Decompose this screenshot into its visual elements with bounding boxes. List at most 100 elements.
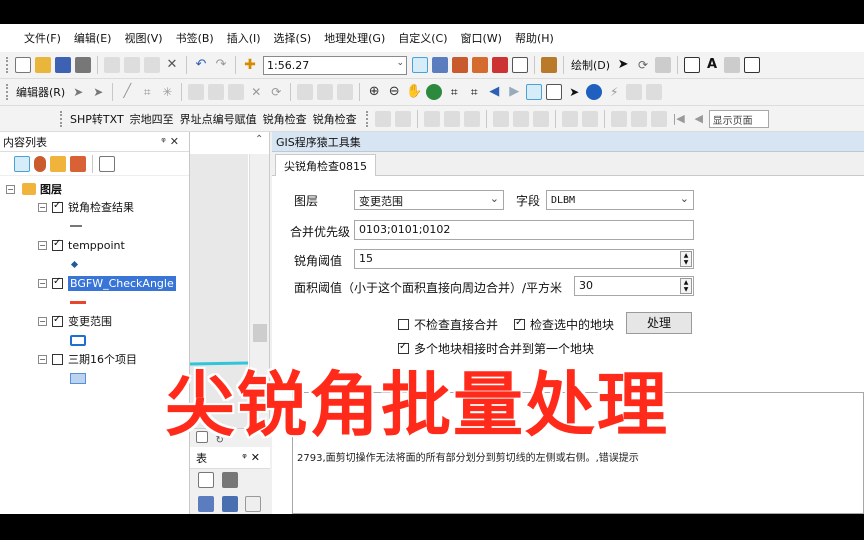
html-popup-icon[interactable] [626, 84, 643, 100]
collapse-icon[interactable]: − [38, 240, 47, 250]
layer-select[interactable]: 变更范围 ⌄ [354, 190, 504, 210]
toolbar-grip[interactable] [6, 84, 9, 100]
page-display-input[interactable]: 显示页面 [708, 109, 769, 128]
print-icon[interactable] [75, 57, 91, 73]
draw-menu[interactable]: 绘制(D) [571, 57, 610, 73]
cut-icon[interactable] [104, 57, 120, 73]
select-by-attributes-icon[interactable] [198, 496, 214, 512]
midpoint-icon[interactable]: ✳ [159, 84, 175, 100]
arctoolbox-icon[interactable] [492, 57, 508, 73]
layer-visibility-checkbox[interactable] [52, 314, 63, 327]
network-icon[interactable] [492, 110, 509, 127]
toolbar-grip[interactable] [60, 110, 63, 127]
editor-menu[interactable]: 编辑器(R) [16, 84, 65, 100]
zoom-whole-page-icon[interactable] [655, 57, 672, 73]
pin-icon[interactable]: ᵠ [161, 135, 170, 148]
select-features-icon[interactable] [526, 84, 543, 100]
rectangle-icon[interactable] [684, 57, 701, 73]
rotate-tool-icon[interactable]: ⟳ [268, 84, 284, 100]
zoom-in-icon[interactable]: ⊕ [366, 84, 382, 100]
menu-customize[interactable]: 自定义(C) [398, 30, 447, 46]
layer-row[interactable]: − 锐角检查结果 [0, 198, 189, 216]
collapse-icon[interactable]: − [6, 184, 15, 194]
create-features-icon[interactable] [337, 84, 354, 100]
model-builder-icon[interactable] [541, 57, 557, 73]
field-select[interactable]: DLBM ⌄ [546, 190, 694, 210]
parcel-boundaries-button[interactable]: 宗地四至 [130, 111, 174, 127]
select-elements-icon[interactable]: ➤ [615, 57, 631, 73]
topology-edit-icon[interactable] [443, 110, 460, 127]
layer-visibility-checkbox[interactable] [52, 200, 63, 213]
list-by-drawing-order-icon[interactable] [14, 155, 30, 172]
back-extent-icon[interactable]: ◀ [486, 84, 502, 100]
copy-icon[interactable] [124, 57, 140, 73]
map-scale-combo[interactable]: 1:56.27 ⌄ [263, 55, 407, 75]
catalog-icon[interactable] [452, 57, 468, 73]
measure-icon[interactable] [646, 84, 663, 100]
list-by-source-icon[interactable] [34, 155, 46, 172]
options-icon[interactable] [99, 155, 115, 172]
trace-icon[interactable] [561, 110, 578, 127]
layer-name[interactable]: 变更范围 [68, 313, 112, 329]
paste-icon[interactable] [144, 57, 160, 73]
layer-name-selected[interactable]: BGFW_CheckAngle [68, 275, 176, 291]
forward-extent-icon[interactable]: ▶ [506, 84, 522, 100]
process-button[interactable]: 处理 [626, 312, 692, 334]
menu-geoprocessing[interactable]: 地理处理(G) [324, 30, 385, 46]
cut-polygons-icon[interactable] [228, 84, 245, 100]
clear-selected-icon[interactable] [245, 496, 261, 512]
pin-icon[interactable]: ᵠ [242, 451, 251, 464]
boundary-point-numbering-button[interactable]: 界址点编号赋值 [180, 111, 257, 127]
layers-group-row[interactable]: − 图层 [0, 180, 189, 198]
menu-selection[interactable]: 选择(S) [274, 30, 312, 46]
menu-windows[interactable]: 窗口(W) [461, 30, 502, 46]
first-page-icon[interactable]: |◀ [671, 111, 687, 127]
switch-selection-icon[interactable] [221, 496, 238, 512]
layer-row[interactable]: − temppoint [0, 236, 189, 254]
edit-tool-icon[interactable]: ➤ [70, 84, 86, 100]
area-threshold-stepper[interactable]: 30 ▲ ▼ [574, 276, 694, 296]
new-document-icon[interactable] [15, 57, 31, 73]
save-icon[interactable] [55, 57, 71, 73]
layer-visibility-checkbox[interactable] [52, 353, 63, 365]
add-data-icon[interactable]: ✚ [242, 57, 258, 73]
layer-name[interactable]: 锐角检查结果 [68, 199, 134, 215]
layer-row[interactable]: − 三期16个项目 [0, 350, 189, 368]
collapse-icon[interactable]: − [38, 354, 47, 364]
stepper-arrows-icon[interactable]: ▲ ▼ [680, 251, 692, 267]
list-by-selection-icon[interactable] [70, 155, 86, 172]
rotate-icon[interactable]: ⟳ [635, 57, 651, 73]
identify-icon[interactable] [586, 84, 603, 100]
clear-selection-icon[interactable] [546, 84, 563, 100]
checkbox-box[interactable] [514, 317, 525, 330]
layout-icon[interactable] [394, 110, 411, 127]
menu-file[interactable]: 文件(F) [24, 30, 61, 46]
text-icon[interactable]: A [704, 57, 720, 73]
layer-name[interactable]: temppoint [68, 239, 125, 252]
topology-validate-icon[interactable] [463, 110, 480, 127]
open-folder-icon[interactable] [35, 57, 51, 73]
table-of-contents-icon[interactable] [432, 57, 448, 73]
toolbar-grip[interactable] [365, 110, 369, 127]
checkbox-box[interactable] [398, 341, 409, 354]
menu-bookmarks[interactable]: 书签(B) [176, 30, 214, 46]
close-icon[interactable]: ✕ [170, 135, 183, 148]
menu-insert[interactable]: 插入(I) [227, 30, 261, 46]
hyperlink-icon[interactable]: ⚡ [606, 84, 622, 100]
font-color-icon[interactable] [744, 57, 761, 73]
select-elements-pointer-icon[interactable]: ➤ [566, 84, 582, 100]
scroll-up-icon[interactable]: ⌃ [255, 134, 263, 145]
scrollbar-thumb[interactable] [253, 324, 267, 342]
search-window-icon[interactable] [472, 57, 488, 73]
pan-icon[interactable]: ✋ [406, 84, 422, 100]
graph-icon[interactable] [650, 110, 667, 127]
flag-icon[interactable] [512, 110, 529, 127]
collapse-icon[interactable]: − [38, 278, 47, 288]
menu-edit[interactable]: 编辑(E) [74, 30, 112, 46]
full-extent-icon[interactable] [426, 84, 443, 100]
toolbar-grip[interactable] [6, 57, 9, 73]
merge-first-checkbox[interactable]: 多个地块相接时合并到第一个地块 [398, 340, 594, 357]
no-check-merge-checkbox[interactable]: 不检查直接合并 [398, 316, 498, 333]
related-tables-icon[interactable] [221, 472, 238, 488]
split-icon[interactable]: ✕ [248, 84, 264, 100]
